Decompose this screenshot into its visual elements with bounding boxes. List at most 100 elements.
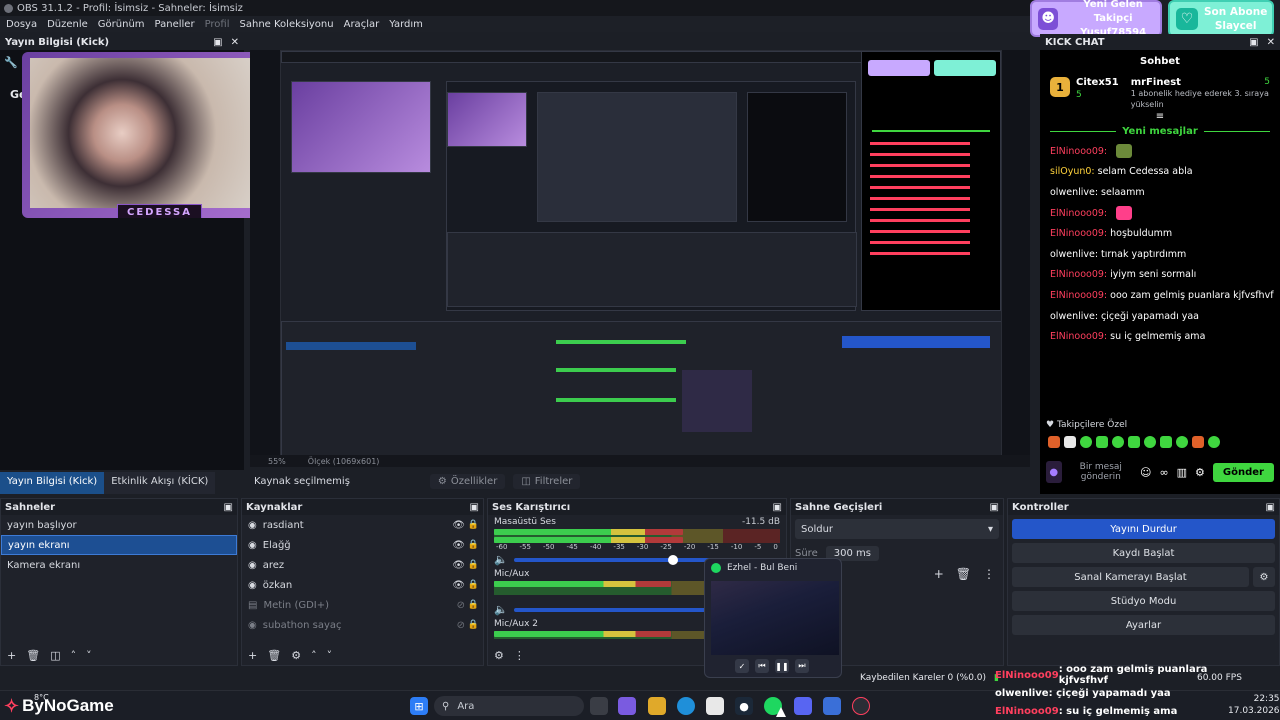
next-track-icon[interactable]: ⏭ (795, 659, 809, 673)
collapse-chevron-icon[interactable]: ≡ (1040, 111, 1280, 122)
lock-icon[interactable]: 🔒 (468, 580, 479, 590)
chat-username[interactable]: ElNinooo09: (1050, 208, 1107, 219)
emote-icon[interactable] (1096, 436, 1108, 448)
emote-icon[interactable] (1128, 436, 1140, 448)
advanced-audio-icon[interactable]: ⚙ (494, 649, 504, 662)
transition-select[interactable]: Soldur ▾ (795, 519, 999, 539)
settings-icon[interactable]: ⚙ (1195, 466, 1205, 479)
previous-track-icon[interactable]: ⏮ (755, 659, 769, 673)
emote-icon[interactable] (1144, 436, 1156, 448)
undock-icon[interactable]: ▣ (1249, 37, 1258, 48)
eye-hidden-icon[interactable]: ⊘ (457, 620, 465, 631)
copilot-icon[interactable] (618, 697, 636, 715)
add-icon[interactable]: + (7, 649, 16, 662)
scene-item[interactable]: yayın başlıyor (1, 515, 237, 535)
eye-icon[interactable]: 👁 (452, 560, 465, 571)
scene-item-selected[interactable]: yayın ekranı (1, 535, 237, 555)
file-explorer-icon[interactable] (648, 697, 666, 715)
emote-icon[interactable] (1080, 436, 1092, 448)
source-item[interactable]: ◉ arez 👁 🔒 (242, 555, 483, 575)
properties-button[interactable]: ⚙ Özellikler (429, 473, 506, 489)
menu-sahne-koleksiyonu[interactable]: Sahne Koleksiyonu (240, 19, 334, 30)
menu-dosya[interactable]: Dosya (6, 19, 37, 30)
start-recording-button[interactable]: Kaydı Başlat (1012, 543, 1275, 563)
chat-username[interactable]: silOyun0: (1050, 166, 1095, 177)
discord-icon[interactable] (794, 697, 812, 715)
lock-icon[interactable]: 🔒 (468, 600, 479, 610)
app-icon[interactable] (823, 697, 841, 715)
emote-icon[interactable] (1192, 436, 1204, 448)
source-item-hidden[interactable]: ▤ Metin (GDI+) ⊘ 🔒 (242, 595, 483, 615)
tab-stream-info[interactable]: Yayın Bilgisi (Kick) (0, 472, 105, 494)
stop-streaming-button[interactable]: Yayını Durdur (1012, 519, 1275, 539)
eye-icon[interactable]: 👁 (452, 580, 465, 591)
source-item-hidden[interactable]: ◉ subathon sayaç ⊘ 🔒 (242, 615, 483, 635)
task-view-icon[interactable] (590, 697, 608, 715)
trash-icon[interactable]: 🗑 (26, 649, 40, 662)
speaker-icon[interactable]: 🔈 (494, 603, 508, 616)
virtual-camera-settings-icon[interactable]: ⚙ (1253, 567, 1275, 587)
store-icon[interactable]: ▥ (1177, 466, 1187, 479)
lock-icon[interactable]: 🔒 (468, 560, 479, 570)
eye-icon[interactable]: 👁 (452, 540, 465, 551)
dock-menu-icon[interactable]: ▣ (773, 502, 782, 513)
wrench-icon[interactable]: 🔧 (4, 56, 18, 69)
emote-icon[interactable] (1176, 436, 1188, 448)
source-item[interactable]: ◉ özkan 👁 🔒 (242, 575, 483, 595)
canvas-scale[interactable]: Ölçek (1069x601) (308, 457, 380, 466)
dock-menu-icon[interactable]: ▣ (470, 502, 479, 513)
emote-icon[interactable] (1064, 436, 1076, 448)
chevron-up-icon[interactable]: ˄ (311, 649, 317, 662)
lock-icon[interactable]: 🔒 (468, 620, 479, 630)
zoom-level[interactable]: 55% (268, 457, 286, 466)
menu-yardim[interactable]: Yardım (389, 19, 423, 30)
gear-icon[interactable]: ⚙ (291, 649, 301, 662)
trash-icon[interactable]: 🗑 (267, 649, 281, 662)
close-icon[interactable]: ✕ (231, 37, 239, 48)
eye-icon[interactable]: 👁 (452, 520, 465, 531)
chevron-up-icon[interactable]: ˄ (71, 649, 77, 662)
source-item[interactable]: ◉ rasdiant 👁 🔒 (242, 515, 483, 535)
chat-username[interactable]: ElNinooo09: (1050, 146, 1107, 157)
menu-paneller[interactable]: Paneller (155, 19, 195, 30)
lock-icon[interactable]: 🔒 (468, 520, 479, 530)
source-item[interactable]: ◉ Elağğ 👁 🔒 (242, 535, 483, 555)
taskbar-search[interactable]: ⚲ Ara (434, 696, 584, 716)
scene-item[interactable]: Kamera ekranı (1, 555, 237, 575)
chat-username[interactable]: ElNinooo09: (1050, 228, 1107, 239)
microphone-icon[interactable]: ● (1046, 461, 1062, 483)
chat-username[interactable]: olwenlive: (1050, 311, 1098, 322)
chat-username[interactable]: olwenlive: (1050, 187, 1098, 198)
eye-hidden-icon[interactable]: ⊘ (457, 600, 465, 611)
like-icon[interactable]: ✓ (735, 659, 749, 673)
chevron-down-icon[interactable]: ˅ (327, 649, 333, 662)
speaker-icon[interactable]: 🔈 (494, 553, 508, 566)
dock-menu-icon[interactable]: ▣ (990, 502, 999, 513)
filters-button[interactable]: ◫ Filtreler (513, 473, 581, 489)
chat-username[interactable]: ElNinooo09: (1050, 331, 1107, 342)
menu-profil[interactable]: Profil (205, 19, 230, 30)
chat-username[interactable]: ElNinooo09: (1050, 290, 1107, 301)
close-icon[interactable]: ✕ (1267, 37, 1275, 48)
dock-menu-icon[interactable]: ▣ (1266, 502, 1275, 513)
more-options-icon[interactable]: ⋮ (983, 567, 995, 581)
more-options-icon[interactable]: ⋮ (514, 649, 525, 662)
tab-activity-feed[interactable]: Etkinlik Akışı (KİCK) (104, 472, 216, 494)
lock-icon[interactable]: 🔒 (468, 540, 479, 550)
chat-input[interactable]: Bir mesaj gönderin (1070, 462, 1132, 482)
store-icon[interactable] (706, 697, 724, 715)
filter-icon[interactable]: ◫ (50, 649, 60, 662)
menu-duzenle[interactable]: Düzenle (47, 19, 88, 30)
chat-username[interactable]: ElNinooo09: (1050, 269, 1107, 280)
windows-start-icon[interactable]: ⊞ (410, 697, 428, 715)
chat-username[interactable]: olwenlive: (1050, 249, 1098, 260)
steam-icon[interactable]: ● (735, 697, 753, 715)
link-icon[interactable]: ∞ (1159, 466, 1168, 479)
undock-icon[interactable]: ▣ (213, 37, 222, 48)
studio-mode-button[interactable]: Stüdyo Modu (1012, 591, 1275, 611)
emote-icon[interactable] (1112, 436, 1124, 448)
trash-icon[interactable]: 🗑 (956, 567, 971, 581)
pause-icon[interactable]: ❚❚ (775, 659, 789, 673)
add-icon[interactable]: + (934, 567, 944, 581)
add-icon[interactable]: + (248, 649, 257, 662)
